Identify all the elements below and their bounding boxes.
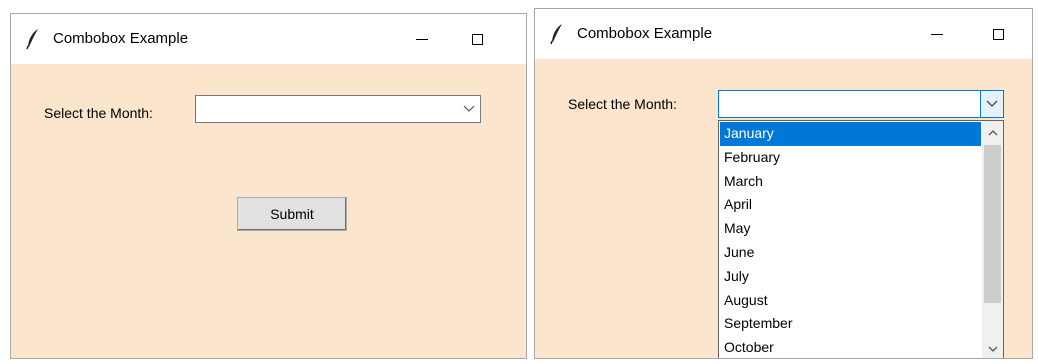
combobox-window-open: Combobox Example Select the Month: Janua… bbox=[534, 8, 1033, 359]
vertical-scrollbar[interactable] bbox=[982, 121, 1003, 358]
dropdown-option[interactable]: February bbox=[720, 146, 981, 170]
maximize-icon bbox=[992, 28, 1004, 40]
feather-icon bbox=[549, 23, 565, 45]
dropdown-option[interactable]: August bbox=[720, 289, 981, 313]
dropdown-options: January February March April May June Ju… bbox=[720, 122, 981, 358]
maximize-button[interactable] bbox=[454, 14, 500, 64]
month-label: Select the Month: bbox=[568, 96, 677, 112]
dropdown-option[interactable]: April bbox=[720, 193, 981, 217]
month-label: Select the Month: bbox=[44, 105, 153, 121]
dropdown-option[interactable]: June bbox=[720, 241, 981, 265]
chevron-down-icon bbox=[988, 340, 998, 358]
minimize-button[interactable] bbox=[399, 14, 445, 64]
dropdown-option[interactable]: July bbox=[720, 265, 981, 289]
maximize-button[interactable] bbox=[975, 9, 1021, 59]
window-title: Combobox Example bbox=[53, 30, 189, 47]
window-client-area: Select the Month: Submit bbox=[11, 64, 526, 358]
screenshot-canvas: Combobox Example Select the Month: Submi… bbox=[0, 0, 1038, 364]
dropdown-option[interactable]: October bbox=[720, 336, 981, 358]
title-bar[interactable]: Combobox Example bbox=[535, 9, 1032, 59]
minimize-button[interactable] bbox=[914, 9, 960, 59]
dropdown-option[interactable]: March bbox=[720, 170, 981, 194]
feather-icon bbox=[25, 28, 41, 50]
submit-button-label: Submit bbox=[270, 206, 314, 222]
dropdown-option[interactable]: September bbox=[720, 312, 981, 336]
chevron-up-icon bbox=[988, 123, 998, 141]
scroll-thumb[interactable] bbox=[984, 145, 1001, 303]
scroll-down-button[interactable] bbox=[982, 338, 1003, 358]
title-bar[interactable]: Combobox Example bbox=[11, 14, 526, 64]
chevron-down-icon[interactable] bbox=[458, 96, 480, 122]
window-title: Combobox Example bbox=[577, 25, 713, 42]
month-dropdown-list[interactable]: January February March April May June Ju… bbox=[718, 120, 1004, 358]
chevron-down-icon[interactable] bbox=[980, 91, 1003, 117]
submit-button[interactable]: Submit bbox=[237, 197, 347, 231]
dropdown-option[interactable]: May bbox=[720, 217, 981, 241]
maximize-icon bbox=[471, 33, 483, 45]
minimize-icon bbox=[416, 38, 428, 40]
combobox-window-closed: Combobox Example Select the Month: Submi… bbox=[10, 13, 527, 359]
dropdown-option[interactable]: January bbox=[720, 122, 981, 146]
month-combobox[interactable] bbox=[195, 95, 481, 123]
minimize-icon bbox=[931, 33, 943, 35]
month-combobox[interactable] bbox=[718, 90, 1004, 118]
scroll-up-button[interactable] bbox=[982, 121, 1003, 142]
